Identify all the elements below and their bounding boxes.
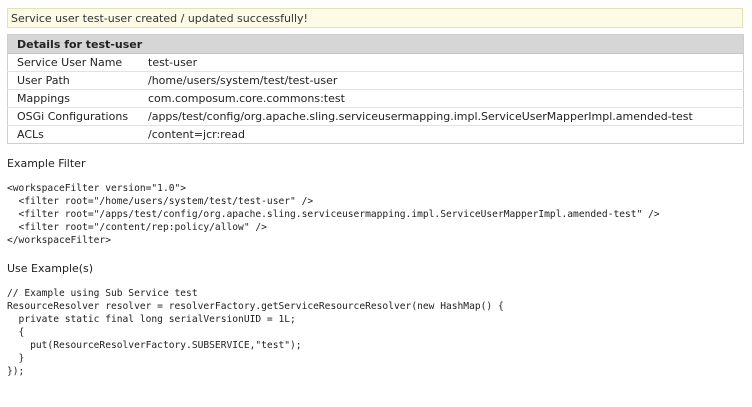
success-message: Service user test-user created / updated… <box>7 8 743 28</box>
details-key: OSGi Configurations <box>7 107 139 126</box>
code-line: </workspaceFilter> <box>7 235 111 246</box>
details-key: ACLs <box>7 125 139 144</box>
details-row-user-path: User Path /home/users/system/test/test-u… <box>7 71 744 90</box>
code-line: put(ResourceResolverFactory.SUBSERVICE,"… <box>7 340 302 351</box>
service-user-details-table: Details for test-user Service User Name … <box>7 34 744 144</box>
details-key: Mappings <box>7 89 139 108</box>
code-line: <filter root="/home/users/system/test/te… <box>7 196 314 207</box>
use-example-code: // Example using Sub Service test Resourc… <box>7 287 504 378</box>
details-value: /apps/test/config/org.apache.sling.servi… <box>139 107 744 126</box>
details-value: test-user <box>139 53 744 72</box>
code-line: <filter root="/apps/test/config/org.apac… <box>7 209 660 220</box>
code-line: // Example using Sub Service test <box>7 288 198 299</box>
details-value: /home/users/system/test/test-user <box>139 71 744 90</box>
code-line: ResourceResolver resolver = resolverFact… <box>7 301 504 312</box>
details-row-acls: ACLs /content=jcr:read <box>7 125 744 144</box>
example-filter-code: <workspaceFilter version="1.0"> <filter … <box>7 182 660 247</box>
code-line: } <box>7 353 25 364</box>
code-line: }); <box>7 366 25 377</box>
use-examples-label: Use Example(s) <box>7 262 94 275</box>
example-filter-label: Example Filter <box>7 157 86 170</box>
code-line: { <box>7 327 25 338</box>
code-line: <filter root="/content/rep:policy/allow"… <box>7 222 267 233</box>
details-value: /content=jcr:read <box>139 125 744 144</box>
details-row-mappings: Mappings com.composum.core.commons:test <box>7 89 744 108</box>
details-heading: Details for test-user <box>7 34 744 54</box>
details-row-osgi-configurations: OSGi Configurations /apps/test/config/or… <box>7 107 744 126</box>
code-line: private static final long serialVersionU… <box>7 314 296 325</box>
details-header-row: Details for test-user <box>7 34 744 54</box>
code-line: <workspaceFilter version="1.0"> <box>7 183 187 194</box>
details-key: User Path <box>7 71 139 90</box>
details-key: Service User Name <box>7 53 139 72</box>
details-row-service-user-name: Service User Name test-user <box>7 53 744 72</box>
details-value: com.composum.core.commons:test <box>139 89 744 108</box>
